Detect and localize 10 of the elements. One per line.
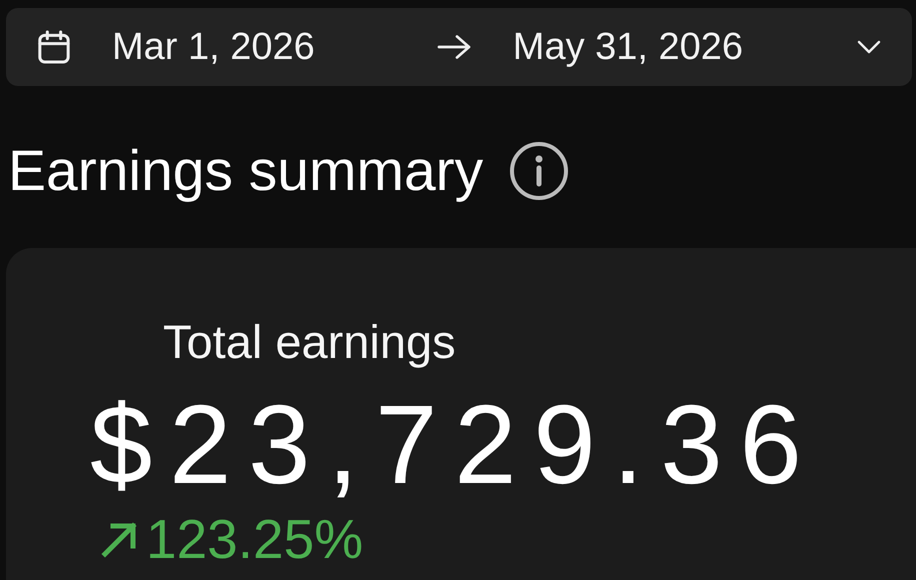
card-label: Total earnings (163, 314, 456, 369)
section-heading: Earnings summary (8, 138, 484, 204)
percent-change: 123.25% (146, 507, 364, 571)
start-date: Mar 1, 2026 (112, 26, 315, 68)
arrow-right-icon (434, 32, 473, 62)
chevron-down-icon (856, 39, 882, 55)
end-date: May 31, 2026 (512, 26, 744, 68)
date-range-picker[interactable]: Mar 1, 2026 May 31, 2026 (6, 8, 912, 86)
total-amount: $23,729.36 (90, 389, 819, 501)
info-icon[interactable] (509, 141, 570, 201)
